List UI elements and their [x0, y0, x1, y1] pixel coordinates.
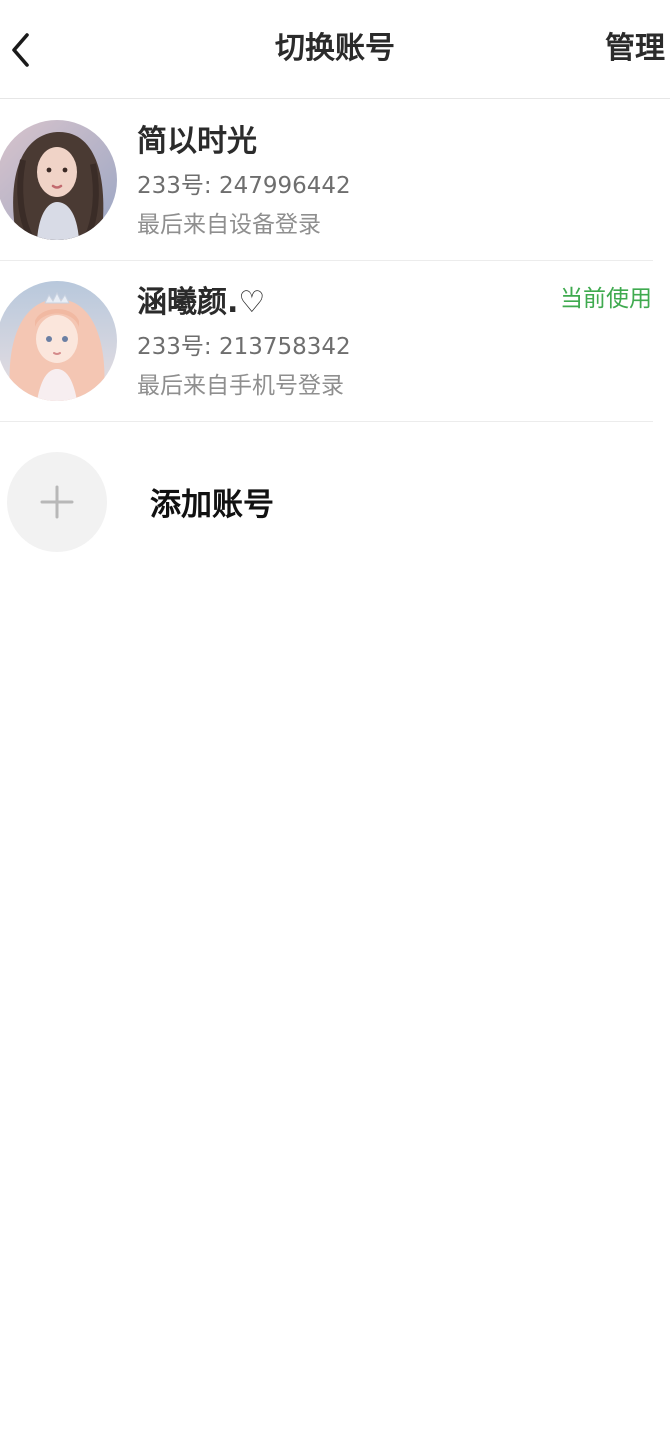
plus-icon — [40, 485, 74, 519]
account-row[interactable]: 涵曦颜.♡ 233号: 213758342 最后来自手机号登录 当前使用 — [0, 261, 653, 422]
add-account-circle — [7, 452, 107, 552]
page-title: 切换账号 — [275, 31, 395, 66]
account-name: 涵曦颜.♡ — [137, 285, 266, 320]
last-login-method: 最后来自设备登录 — [137, 212, 321, 238]
avatar — [0, 281, 117, 401]
add-account-label: 添加账号 — [150, 487, 274, 523]
manage-button[interactable]: 管理 — [605, 26, 665, 72]
last-login-method: 最后来自手机号登录 — [137, 373, 344, 399]
account-id: 233号: 213758342 — [137, 334, 351, 360]
current-account-badge: 当前使用 — [560, 286, 652, 312]
account-id: 233号: 247996442 — [137, 173, 351, 199]
avatar — [0, 120, 117, 240]
top-bar: 切换账号 管理 — [0, 0, 670, 99]
account-name: 简以时光 — [137, 124, 257, 159]
add-account-button[interactable]: 添加账号 — [0, 440, 653, 564]
account-row[interactable]: 简以时光 233号: 247996442 最后来自设备登录 — [0, 100, 653, 261]
